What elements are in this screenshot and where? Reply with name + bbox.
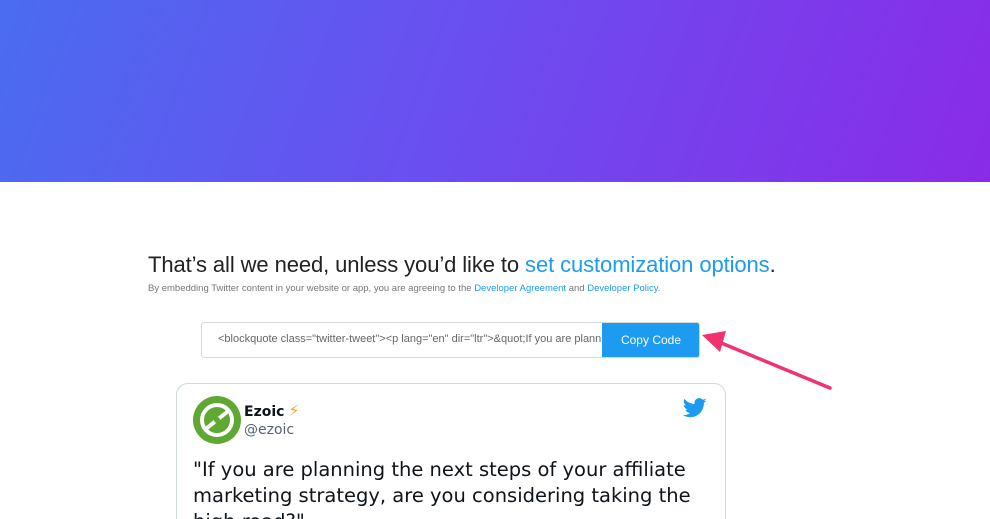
headline-suffix: . — [769, 252, 776, 277]
legal-suffix: . — [657, 283, 661, 294]
tweet-text: "If you are planning the next steps of y… — [193, 458, 691, 519]
lightning-bolt-icon: ⚡ — [288, 401, 300, 420]
twitter-bird-icon[interactable] — [683, 398, 707, 418]
page-headline: That’s all we need, unless you’d like to… — [148, 252, 848, 278]
tweet-card[interactable]: Ezoic ⚡ @ezoic "If you are planning the n… — [176, 383, 726, 519]
legal-notice: By embedding Twitter content in your web… — [148, 283, 848, 294]
ezoic-logo-icon — [200, 403, 234, 437]
hero-banner — [0, 0, 990, 182]
embed-code-field[interactable]: <blockquote class="twitter-tweet"><p lan… — [201, 322, 700, 358]
tweet-author-name[interactable]: Ezoic ⚡ — [244, 401, 300, 420]
avatar[interactable] — [193, 396, 241, 444]
legal-middle: and — [566, 283, 588, 294]
headline-text: That’s all we need, unless you’d like to — [148, 252, 526, 277]
legal-prefix: By embedding Twitter content in your web… — [148, 283, 475, 294]
developer-policy-link[interactable]: Developer Policy — [587, 283, 658, 294]
developer-agreement-link[interactable]: Developer Agreement — [474, 283, 566, 294]
customization-options-link[interactable]: set customization options — [525, 252, 770, 277]
embed-code-text[interactable]: <blockquote class="twitter-tweet"><p lan… — [218, 333, 602, 349]
tweet-author-handle[interactable]: @ezoic — [244, 422, 294, 438]
